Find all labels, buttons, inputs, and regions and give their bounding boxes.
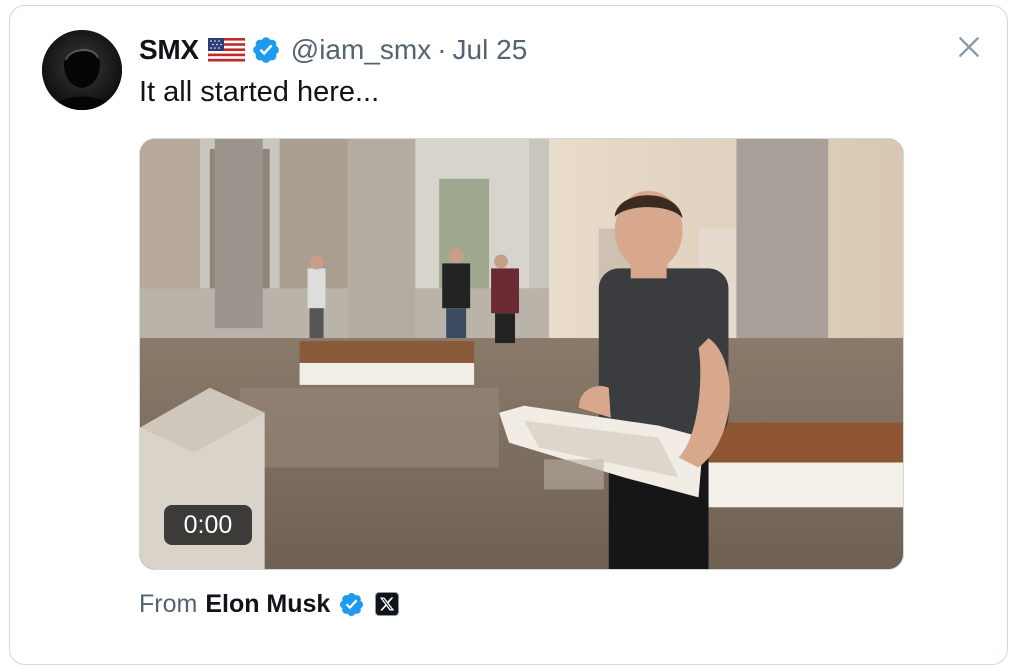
tweet-text: It all started here... [139,76,380,108]
avatar[interactable] [42,30,122,110]
video-player[interactable]: 0:00 [139,138,904,570]
tweet-date[interactable]: Jul 25 [453,34,528,66]
author-handle[interactable]: @iam_smx [291,34,431,66]
avatar-image [42,30,122,110]
x-logo-icon [375,592,400,616]
separator-dot: · [437,34,447,65]
verified-badge-icon[interactable] [251,35,281,65]
attribution-name[interactable]: Elon Musk [205,590,330,619]
tweet-header: SMX @iam_smx · Jul 25 [139,32,527,68]
close-icon [959,37,979,57]
from-label: From [139,589,198,618]
author-name[interactable]: SMX [139,34,199,66]
us-flag-icon [207,37,246,63]
close-button[interactable] [950,28,988,66]
video-timestamp: 0:00 [164,505,252,545]
video-frame [140,139,903,569]
attribution: From Elon Musk [139,588,400,620]
verified-badge-icon [338,591,365,618]
